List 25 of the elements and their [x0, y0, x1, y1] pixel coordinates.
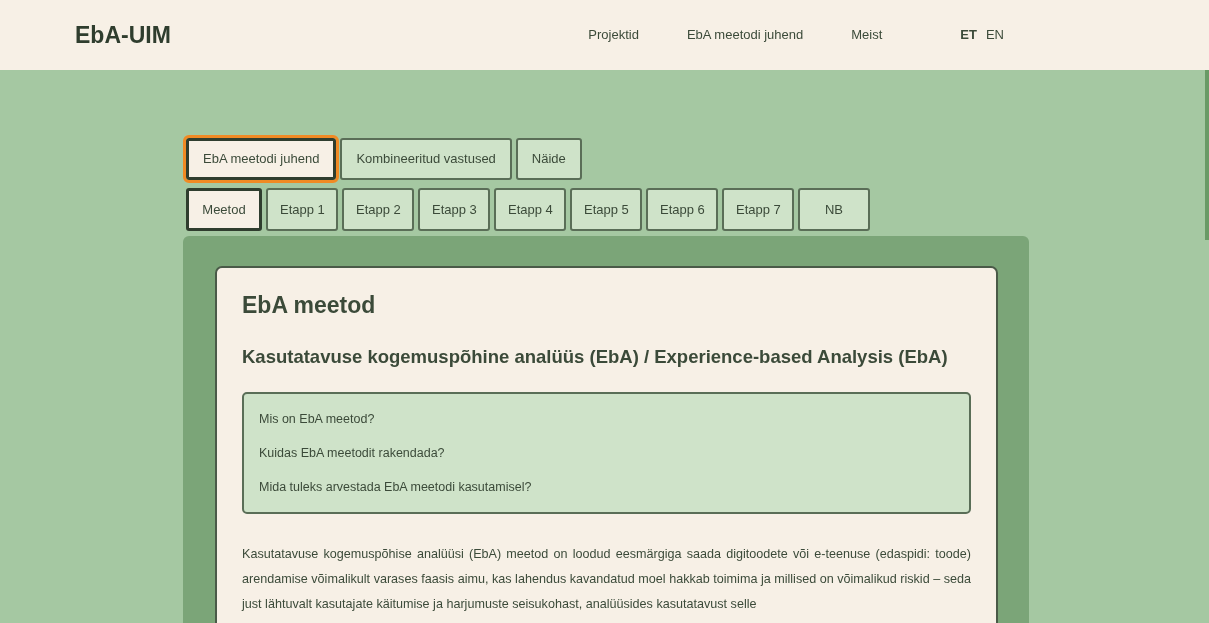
question-link[interactable]: Mida tuleks arvestada EbA meetodi kasutamisel? [259, 469, 954, 504]
tab[interactable]: Etapp 7 [722, 188, 794, 231]
tab[interactable]: Etapp 4 [494, 188, 566, 231]
tab[interactable]: Etapp 3 [418, 188, 490, 231]
page-title: EbA meetod [242, 292, 377, 320]
tab[interactable]: Etapp 6 [646, 188, 718, 231]
tab[interactable]: EbA meetodi juhend [186, 138, 337, 180]
tab[interactable]: Näide [515, 138, 582, 180]
tab[interactable]: NB [798, 188, 870, 231]
intro-paragraph: Kasutatavuse kogemuspõhise analüüsi (EbA) meetod on loodud eesmärgiga saada digitoodete või e-teenuse (edaspidi: toode) arendamise võimalikult varases faasis aimu, kas lahendus kavandatud moel hakkab toimima ja millised on võimalikud riskid – seda just lähtuvalt kasutajate käitumise ja harjumuste seisukohast, analüüsides kasutatavust selle [242, 545, 971, 613]
section-heading: Kasutatavuse kogemuspõhine analüüs (EbA) / Experience-based Analysis (EbA) [242, 345, 949, 368]
tab[interactable]: Etapp 5 [570, 188, 642, 231]
nav-link[interactable]: Meist [851, 25, 883, 45]
tab[interactable]: Etapp 2 [342, 188, 414, 231]
question-link[interactable]: Kuidas EbA meetodit rakendada? [259, 435, 954, 470]
language-link[interactable]: ET [960, 25, 977, 45]
language-link[interactable]: EN [985, 25, 1004, 45]
logo[interactable]: EbA-UIM [75, 17, 171, 53]
nav-link[interactable]: EbA meetodi juhend [686, 25, 804, 45]
tab[interactable]: Meetod [186, 188, 262, 231]
tab[interactable]: Kombineeritud vastused [340, 138, 512, 180]
tab[interactable]: Etapp 1 [266, 188, 338, 231]
scrollbar-thumb[interactable] [1205, 70, 1209, 240]
nav-link[interactable]: Projektid [588, 25, 639, 45]
question-link[interactable]: Mis on EbA meetod? [259, 401, 954, 436]
